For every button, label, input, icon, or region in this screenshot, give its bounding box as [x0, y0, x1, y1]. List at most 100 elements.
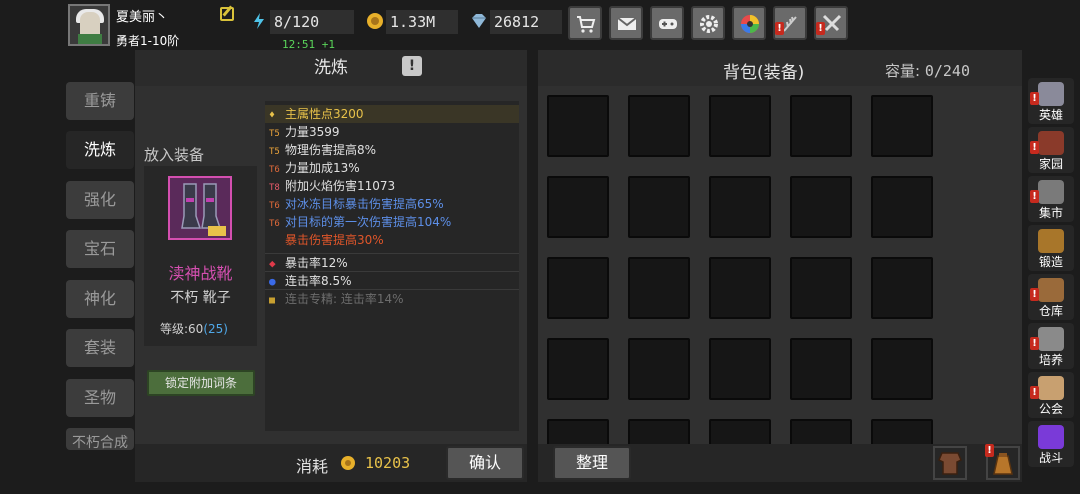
bag-slot[interactable]: [547, 338, 609, 400]
bag-slot[interactable]: [871, 95, 933, 157]
player-avatar[interactable]: [68, 4, 110, 46]
gold-coin-icon: [341, 456, 355, 470]
gold-coin-icon: [367, 13, 383, 29]
shop-button[interactable]: [568, 6, 602, 40]
menu-label: 战斗: [1038, 451, 1063, 465]
bag-slot[interactable]: [547, 95, 609, 157]
attribute-text: 主属性点3200: [285, 107, 364, 121]
attribute-text: 连击专精: 连击率14%: [285, 292, 404, 306]
bag-slot[interactable]: [628, 95, 690, 157]
menu-market[interactable]: 集市!: [1028, 176, 1074, 222]
armor-icon: [938, 452, 962, 475]
attribute-row: T8 附加火焰伤害11073: [265, 177, 519, 195]
anvil-icon: [1038, 229, 1064, 253]
menu-warehouse[interactable]: 仓库!: [1028, 274, 1074, 320]
attribute-row: T5 力量3599: [265, 123, 519, 141]
hero-icon: [1038, 82, 1064, 106]
bag-slot[interactable]: [790, 95, 852, 157]
level-label: 等级:: [160, 322, 189, 336]
tab-reforge[interactable]: 重铸: [66, 82, 134, 120]
bag-slot[interactable]: [871, 257, 933, 319]
menu-guild[interactable]: 公会!: [1028, 372, 1074, 418]
alert-badge: !: [1030, 92, 1039, 105]
lock-affix-button[interactable]: 锁定附加词条: [147, 370, 255, 396]
bag-slot[interactable]: [628, 257, 690, 319]
menu-label: 公会: [1038, 402, 1063, 416]
item-name: 渎神战靴: [168, 264, 233, 283]
tab-refine[interactable]: 洗炼: [66, 131, 134, 169]
alert-badge: !: [1030, 386, 1039, 399]
bag-slot[interactable]: [790, 257, 852, 319]
warehouse-icon: [1038, 278, 1064, 302]
bag-slot[interactable]: [628, 176, 690, 238]
menu-label: 仓库: [1038, 304, 1063, 318]
cultivate-icon: [1038, 327, 1064, 351]
info-icon[interactable]: !: [402, 56, 422, 76]
capacity-value: 0/240: [924, 62, 970, 80]
attribute-row: ◆ 暴击率12%: [265, 253, 519, 272]
bag-slot[interactable]: [709, 95, 771, 157]
attribute-text: 力量加成13%: [285, 161, 360, 175]
menu-anvil[interactable]: 锻造: [1028, 225, 1074, 271]
gold-value: 1.33M: [386, 10, 458, 34]
bag-slot[interactable]: [790, 419, 852, 444]
attribute-text: 对冰冻目标暴击伤害提高65%: [285, 197, 444, 211]
menu-battle-portal[interactable]: 战斗: [1028, 421, 1074, 467]
cost-label: 消耗: [296, 457, 329, 476]
settings-button[interactable]: [691, 6, 725, 40]
attribute-row: ■ 连击专精: 连击率14%: [265, 289, 519, 308]
attribute-text: 对目标的第一次伤害提高104%: [285, 215, 452, 229]
capacity-label: 容量:: [885, 62, 921, 80]
level-value: 60: [188, 322, 204, 336]
menu-label: 英雄: [1038, 108, 1063, 122]
mail-icon: [617, 17, 637, 30]
menu-home[interactable]: 家园!: [1028, 127, 1074, 173]
menu-cultivate[interactable]: 培养!: [1028, 323, 1074, 369]
equipment-slot[interactable]: [168, 176, 232, 240]
bag-slot[interactable]: [790, 176, 852, 238]
bag-slot[interactable]: [709, 257, 771, 319]
tab-set[interactable]: 套装: [66, 329, 134, 367]
tab-gem[interactable]: 宝石: [66, 230, 134, 268]
refine-title: 洗炼: [314, 58, 348, 78]
book-icon: ■: [269, 295, 276, 306]
tab-immortal-synthesis[interactable]: 不朽合成: [66, 428, 134, 450]
bag-slot[interactable]: [709, 419, 771, 444]
cart-icon: [577, 16, 596, 33]
menu-hero[interactable]: 英雄!: [1028, 78, 1074, 124]
attribute-text: 附加火焰伤害11073: [285, 179, 396, 193]
alert-badge: !: [1030, 141, 1039, 154]
bag-slot[interactable]: [628, 338, 690, 400]
bag-title: 背包(装备): [723, 63, 805, 83]
bag-slot[interactable]: [871, 419, 933, 444]
tab-deify[interactable]: 神化: [66, 280, 134, 318]
gem-icon: [472, 14, 486, 28]
attribute-text: 暴击率12%: [285, 256, 348, 270]
menu-label: 锻造: [1038, 255, 1063, 269]
armor-filter-button[interactable]: [933, 446, 967, 480]
bag-slot[interactable]: [628, 419, 690, 444]
attribute-list: ♦ 主属性点3200 T5 力量3599 T5 物理伤害提高8% T6 力量加成13% T8 附加…: [265, 101, 519, 431]
confirm-button[interactable]: 确认: [446, 446, 524, 480]
wheel-button[interactable]: [732, 6, 766, 40]
stamina-value: 8/120: [270, 10, 354, 34]
bag-slot[interactable]: [547, 257, 609, 319]
attribute-row: T6 对冰冻目标暴击伤害提高65%: [265, 195, 519, 213]
bag-slot[interactable]: [871, 338, 933, 400]
bag-slot[interactable]: [709, 176, 771, 238]
bag-slot[interactable]: [790, 338, 852, 400]
bag-slot[interactable]: [547, 176, 609, 238]
gamepad-button[interactable]: [650, 6, 684, 40]
sort-button[interactable]: 整理: [553, 446, 631, 480]
alert-badge: !: [775, 22, 784, 35]
attribute-row: T5 物理伤害提高8%: [265, 141, 519, 159]
attribute-text: 物理伤害提高8%: [285, 143, 377, 157]
bag-slot[interactable]: [871, 176, 933, 238]
bag-slot[interactable]: [547, 419, 609, 444]
tab-relic[interactable]: 圣物: [66, 379, 134, 417]
edit-name-icon[interactable]: [220, 7, 234, 21]
bag-slot[interactable]: [709, 338, 771, 400]
attribute-row: 暴击伤害提高30%: [265, 231, 519, 249]
tab-enhance[interactable]: 强化: [66, 181, 134, 219]
mail-button[interactable]: [609, 6, 643, 40]
